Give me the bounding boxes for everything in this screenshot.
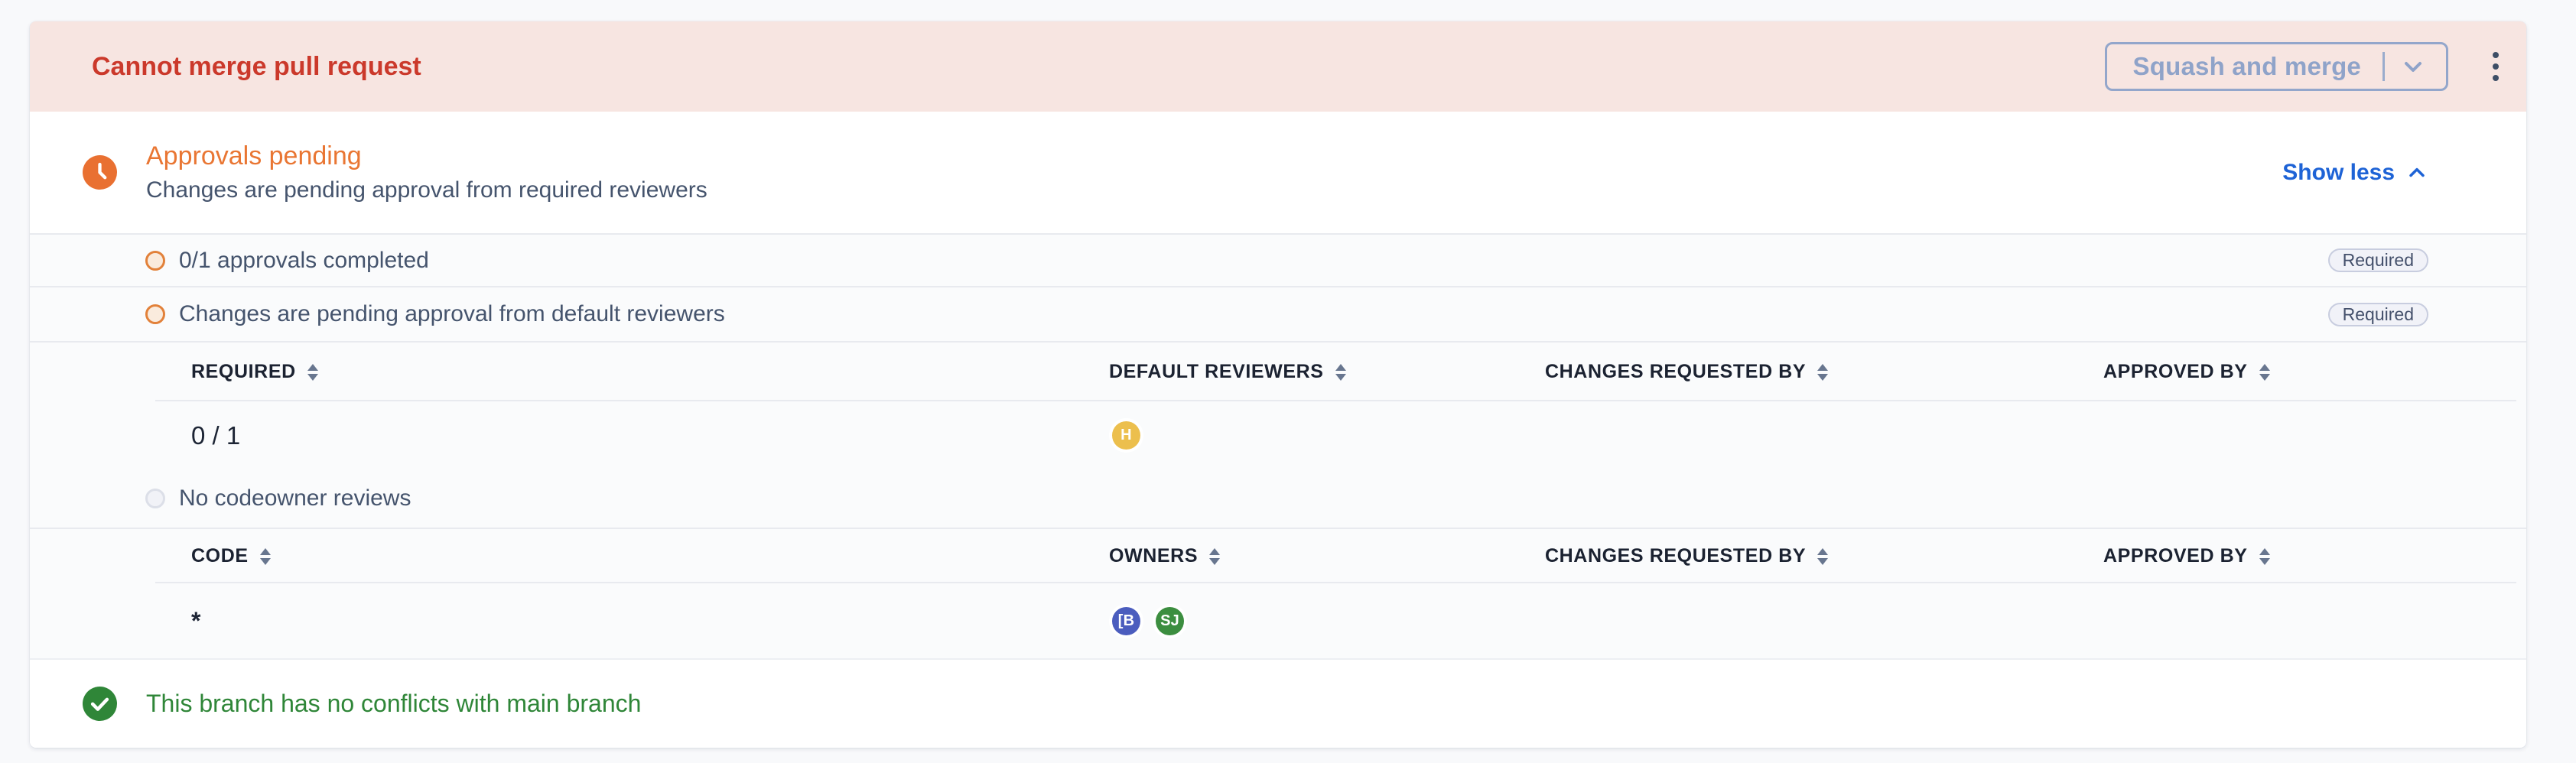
- default-reviewers-check-label: Changes are pending approval from defaul…: [179, 301, 725, 327]
- chevron-up-icon: [2405, 161, 2428, 184]
- code-pattern: *: [191, 607, 1109, 635]
- column-header-label: OWNERS: [1109, 545, 1198, 567]
- avatar-initials: [B: [1112, 607, 1140, 635]
- neutral-status-icon: [145, 489, 165, 508]
- sort-icon: [2259, 364, 2270, 381]
- required-badge: Required: [2328, 303, 2428, 326]
- column-header-changes-requested-by[interactable]: CHANGES REQUESTED BY: [1545, 545, 2103, 567]
- column-header-label: DEFAULT REVIEWERS: [1109, 361, 1324, 383]
- merge-button-label: Squash and merge: [2133, 52, 2361, 81]
- column-header-code[interactable]: CODE: [191, 545, 1109, 567]
- avatar[interactable]: SJ: [1153, 604, 1187, 638]
- approvals-check-label: 0/1 approvals completed: [179, 248, 429, 274]
- required-count: 0 / 1: [191, 421, 1109, 450]
- column-header-label: CODE: [191, 545, 249, 567]
- column-header-owners[interactable]: OWNERS: [1109, 545, 1545, 567]
- no-conflicts-row: This branch has no conflicts with main b…: [30, 658, 2526, 748]
- cannot-merge-banner: Cannot merge pull request Squash and mer…: [30, 21, 2526, 112]
- success-check-icon: [83, 687, 117, 721]
- sort-icon: [1817, 548, 1828, 565]
- check-row-codeowners: No codeowner reviews: [30, 469, 2526, 528]
- avatar[interactable]: H: [1109, 418, 1143, 453]
- more-options-button[interactable]: [2488, 47, 2503, 86]
- column-header-approved-by[interactable]: APPROVED BY: [2103, 361, 2526, 383]
- banner-title: Cannot merge pull request: [92, 52, 421, 82]
- squash-and-merge-button[interactable]: Squash and merge: [2105, 42, 2448, 91]
- summary-subtitle: Changes are pending approval from requir…: [146, 177, 707, 203]
- codeowners-table: CODE OWNERS CHANGES REQUESTED BY APPROVE…: [30, 528, 2526, 658]
- show-less-toggle[interactable]: Show less: [2282, 160, 2428, 186]
- avatar-initials: H: [1112, 421, 1140, 450]
- sort-icon: [1335, 364, 1346, 381]
- column-header-changes-requested-by[interactable]: CHANGES REQUESTED BY: [1545, 361, 2103, 383]
- no-conflicts-label: This branch has no conflicts with main b…: [146, 690, 641, 718]
- merge-checks-list: 0/1 approvals completed Required Changes…: [30, 233, 2526, 658]
- sort-icon: [1209, 548, 1220, 565]
- column-header-label: CHANGES REQUESTED BY: [1545, 361, 1806, 383]
- sort-icon: [1817, 364, 1828, 381]
- check-row-approvals: 0/1 approvals completed Required: [30, 233, 2526, 286]
- kebab-dot: [2493, 52, 2499, 58]
- approvals-summary: Approvals pending Changes are pending ap…: [30, 112, 2526, 233]
- codeowners-table-row: * [B SJ: [155, 583, 2526, 658]
- owners-avatars: [B SJ: [1109, 604, 1545, 638]
- reviewers-table-header: REQUIRED DEFAULT REVIEWERS CHANGES REQUE…: [155, 343, 2526, 401]
- sort-icon: [260, 548, 271, 565]
- default-reviewers-avatars: H: [1109, 418, 1545, 453]
- required-badge: Required: [2328, 248, 2428, 272]
- sort-icon: [2259, 548, 2270, 565]
- pending-clock-icon: [83, 155, 117, 190]
- sort-icon: [307, 364, 318, 381]
- avatar[interactable]: [B: [1109, 604, 1143, 638]
- column-header-approved-by[interactable]: APPROVED BY: [2103, 545, 2526, 567]
- button-divider: [2382, 52, 2385, 81]
- merge-checks-card: Cannot merge pull request Squash and mer…: [30, 21, 2526, 748]
- kebab-dot: [2493, 75, 2499, 81]
- chevron-down-icon[interactable]: [2400, 54, 2426, 80]
- kebab-dot: [2493, 63, 2499, 70]
- default-reviewers-table: REQUIRED DEFAULT REVIEWERS CHANGES REQUE…: [30, 341, 2526, 469]
- column-header-required[interactable]: REQUIRED: [191, 361, 1109, 383]
- codeowners-check-label: No codeowner reviews: [179, 485, 411, 511]
- show-less-label: Show less: [2282, 160, 2395, 186]
- reviewers-table-row: 0 / 1 H: [155, 401, 2526, 469]
- avatar-initials: SJ: [1156, 607, 1184, 635]
- column-header-default-reviewers[interactable]: DEFAULT REVIEWERS: [1109, 361, 1545, 383]
- column-header-label: CHANGES REQUESTED BY: [1545, 545, 1806, 567]
- summary-title: Approvals pending: [146, 141, 707, 171]
- pending-status-icon: [145, 304, 165, 324]
- codeowners-table-header: CODE OWNERS CHANGES REQUESTED BY APPROVE…: [155, 529, 2526, 583]
- check-row-default-reviewers: Changes are pending approval from defaul…: [30, 286, 2526, 341]
- banner-actions: Squash and merge: [2105, 42, 2503, 91]
- column-header-label: APPROVED BY: [2103, 545, 2248, 567]
- column-header-label: APPROVED BY: [2103, 361, 2248, 383]
- column-header-label: REQUIRED: [191, 361, 296, 383]
- pending-status-icon: [145, 251, 165, 271]
- summary-text: Approvals pending Changes are pending ap…: [146, 141, 707, 203]
